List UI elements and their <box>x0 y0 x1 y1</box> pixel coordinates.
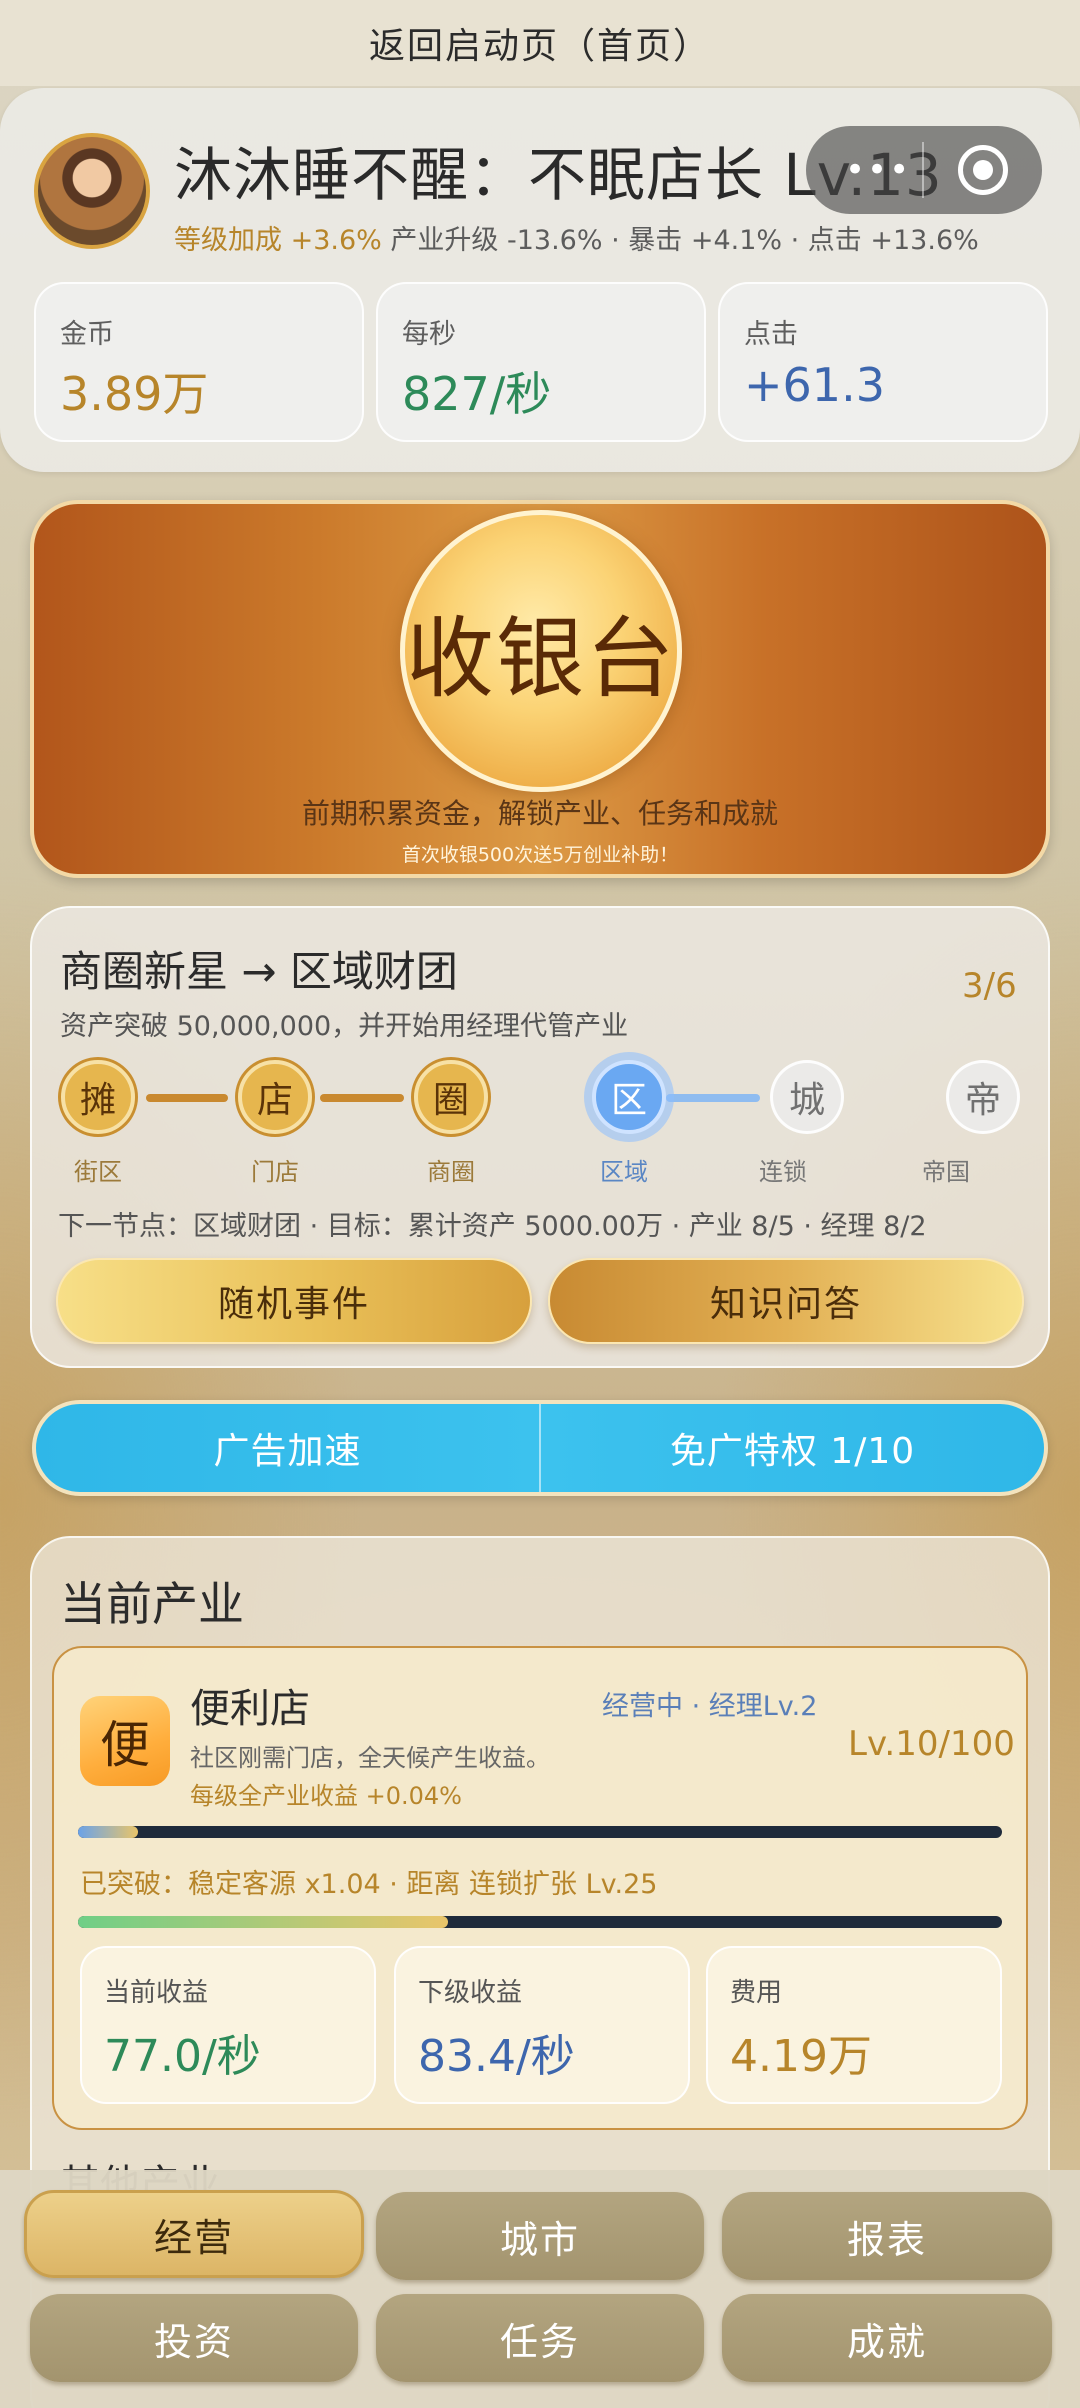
upgrade-cost-box[interactable]: 费用 4.19万 <box>706 1946 1002 2104</box>
industry-description: 社区刚需门店，全天候产生收益。 <box>190 1744 550 1772</box>
industry-bonus: 每级全产业收益 +0.04% <box>190 1782 462 1810</box>
breakthrough-progress-bar <box>78 1916 1002 1928</box>
stat-gold: 金币 3.89万 <box>34 282 364 442</box>
extra-bonus: 产业升级 -13.6% · 暴击 +4.1% · 点击 +13.6% <box>390 225 979 256</box>
bonus-line: 等级加成 +3.6% 产业升级 -13.6% · 暴击 +4.1% · 点击 +… <box>174 218 979 257</box>
nav-tasks[interactable]: 任务 <box>376 2294 704 2382</box>
next-node-info: 下一节点：区域财团 · 目标：累计资产 5000.00万 · 产业 8/5 · … <box>58 1211 927 1242</box>
knowledge-quiz-button[interactable]: 知识问答 <box>548 1258 1024 1344</box>
breakthrough-progress-fill <box>78 1916 448 1928</box>
next-income-box: 下级收益 83.4/秒 <box>394 1946 690 2104</box>
back-to-home-link[interactable]: 返回启动页（首页） <box>0 0 1080 86</box>
stage-node-store: 店 <box>238 1060 312 1134</box>
ad-bar: 广告加速 免广特权 1/10 <box>32 1400 1048 1496</box>
stage-link <box>146 1094 228 1102</box>
capsule-divider <box>922 142 924 198</box>
stage-description: 资产突破 50,000,000，并开始用经理代管产业 <box>60 1011 629 1042</box>
nav-city[interactable]: 城市 <box>376 2192 704 2280</box>
stage-node-label: 区域 <box>600 1158 648 1186</box>
cashier-button[interactable]: 收银台 <box>400 510 682 792</box>
random-event-button[interactable]: 随机事件 <box>56 1258 532 1344</box>
stage-node-label: 连锁 <box>759 1158 807 1186</box>
stage-node-street: 摊 <box>61 1060 135 1134</box>
mini-stat-value: 83.4/秒 <box>418 2031 575 2082</box>
level-bonus-value: +3.6% <box>290 225 382 256</box>
mini-stat-value: 77.0/秒 <box>104 2031 261 2082</box>
stat-value: 827/秒 <box>402 367 552 421</box>
stat-label: 金币 <box>60 319 114 350</box>
cashier-description: 前期积累资金，解锁产业、任务和成就 <box>301 797 778 830</box>
current-income-box: 当前收益 77.0/秒 <box>80 1946 376 2104</box>
nav-report[interactable]: 报表 <box>722 2192 1052 2280</box>
cashier-subtext: 首次收银500次送5万创业补助！ <box>401 844 679 866</box>
mini-stat-label: 下级收益 <box>418 1978 523 2008</box>
ad-free-privilege-button[interactable]: 免广特权 1/10 <box>541 1404 1044 1492</box>
current-industry-title: 当前产业 <box>60 1577 244 1631</box>
industry-name: 便利店 <box>190 1686 310 1732</box>
stat-click: 点击 +61.3 <box>718 282 1048 442</box>
stat-per-second: 每秒 827/秒 <box>376 282 706 442</box>
stage-title: 商圈新星 → 区域财团 <box>60 947 458 996</box>
store-icon: 便 <box>80 1696 170 1786</box>
stage-node-chain: 城 <box>770 1060 844 1134</box>
stage-link <box>666 1094 760 1102</box>
stage-node-label: 街区 <box>74 1158 122 1186</box>
stage-progress: 3/6 <box>962 966 1017 1006</box>
mini-stat-label: 费用 <box>730 1978 783 2008</box>
level-bonus-label: 等级加成 <box>174 225 282 256</box>
stage-node-region: 区 <box>592 1060 666 1134</box>
stage-node-business-circle: 圈 <box>414 1060 488 1134</box>
ad-boost-button[interactable]: 广告加速 <box>36 1404 539 1492</box>
stage-node-label: 商圈 <box>427 1158 475 1186</box>
stage-node-empire: 帝 <box>946 1060 1020 1134</box>
nav-achievements[interactable]: 成就 <box>722 2294 1052 2382</box>
industry-status: 经营中 · 经理Lv.2 <box>602 1691 818 1722</box>
nav-invest[interactable]: 投资 <box>30 2294 358 2382</box>
breakthrough-info: 已突破：稳定客源 x1.04 · 距离 连锁扩张 Lv.25 <box>80 1869 658 1900</box>
stage-node-label: 帝国 <box>922 1158 970 1186</box>
industry-level: Lv.10/100 <box>848 1724 1015 1764</box>
mini-stat-label: 当前收益 <box>104 1978 209 2008</box>
stat-value: +61.3 <box>744 358 885 412</box>
stage-link <box>320 1094 404 1102</box>
nav-operate[interactable]: 经营 <box>24 2190 364 2278</box>
topbar-title: 返回启动页（首页） <box>368 26 711 67</box>
avatar[interactable] <box>34 133 150 249</box>
stat-label: 每秒 <box>402 319 456 350</box>
level-progress-bar <box>78 1826 1002 1838</box>
stat-value: 3.89万 <box>60 367 209 421</box>
stat-label: 点击 <box>744 319 798 350</box>
stage-node-label: 门店 <box>251 1158 299 1186</box>
close-target-icon[interactable] <box>958 145 1008 195</box>
level-progress-fill <box>78 1826 139 1838</box>
mini-stat-value: 4.19万 <box>730 2031 872 2082</box>
more-menu-icon[interactable]: ••• <box>845 150 911 190</box>
